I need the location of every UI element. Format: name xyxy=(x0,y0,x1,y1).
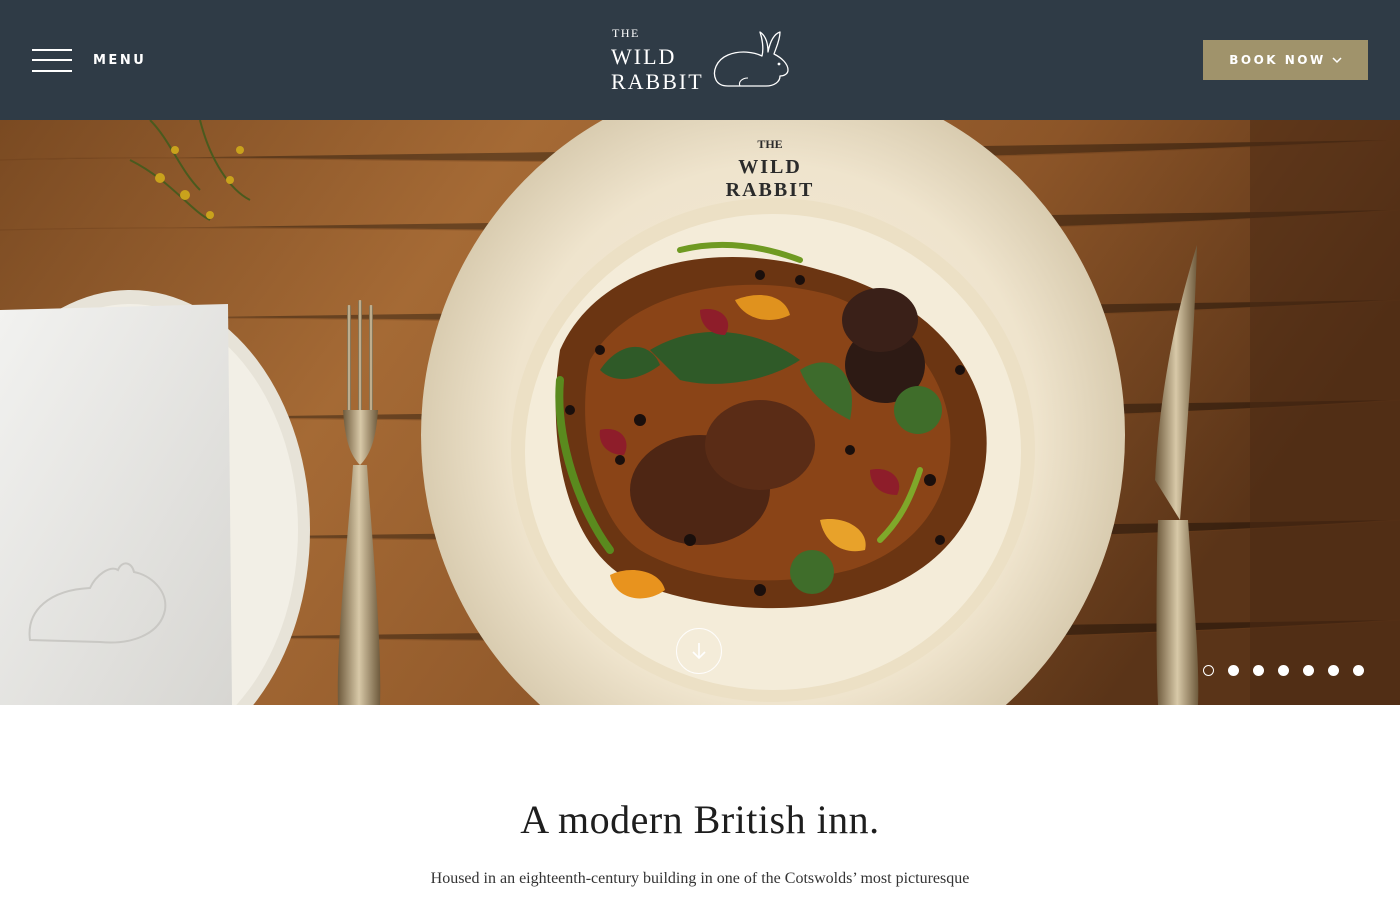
plate-text-the: THE xyxy=(757,137,782,151)
intro-title: A modern British inn. xyxy=(520,797,880,842)
carousel-dot[interactable] xyxy=(1278,665,1289,676)
menu-label[interactable]: MENU xyxy=(93,53,146,68)
carousel-dot[interactable] xyxy=(1228,665,1239,676)
book-now-button[interactable]: BOOK NOW xyxy=(1203,40,1368,80)
plate-text-wild: WILD xyxy=(738,156,802,178)
carousel-dot[interactable] xyxy=(1203,665,1214,676)
plate-text-rabbit: RABBIT xyxy=(726,179,815,201)
carousel-dots xyxy=(1203,665,1364,676)
arrow-down-icon xyxy=(692,643,706,660)
carousel-dot[interactable] xyxy=(1303,665,1314,676)
menu-button[interactable]: MENU xyxy=(32,46,146,74)
logo-line-rabbit: RABBIT xyxy=(611,69,704,94)
logo-line-wild: WILD xyxy=(611,44,677,69)
hamburger-icon[interactable] xyxy=(32,47,72,73)
site-logo[interactable]: THE WILD RABBIT xyxy=(608,22,798,98)
chevron-down-icon xyxy=(1332,53,1342,67)
scroll-down-button[interactable] xyxy=(676,628,722,674)
hero-image: THE WILD RABBIT xyxy=(0,120,1400,705)
logo-line-the: THE xyxy=(612,26,640,40)
site-header: MENU THE WILD RABBIT BOOK NOW xyxy=(0,0,1400,120)
book-now-label: BOOK NOW xyxy=(1229,53,1326,67)
hero-carousel[interactable]: THE WILD RABBIT xyxy=(0,120,1400,705)
carousel-dot[interactable] xyxy=(1353,665,1364,676)
rabbit-icon xyxy=(713,31,789,87)
carousel-dot[interactable] xyxy=(1253,665,1264,676)
intro-text: Housed in an eighteenth-century building… xyxy=(430,870,970,887)
carousel-dot[interactable] xyxy=(1328,665,1339,676)
